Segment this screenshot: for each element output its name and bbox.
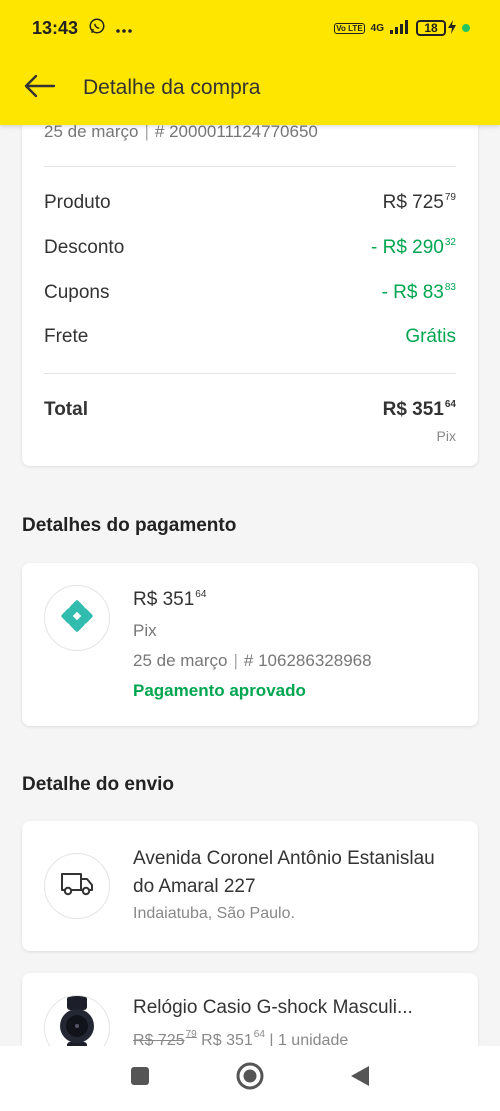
- signal-icon: [390, 19, 410, 37]
- system-back-button[interactable]: [340, 1059, 380, 1099]
- home-button[interactable]: [230, 1059, 270, 1099]
- volte-badge: Vo LTE: [334, 22, 365, 34]
- square-icon: [129, 1065, 151, 1092]
- payment-status: Pagamento aprovado: [133, 681, 306, 700]
- shipping-section-title: Detalhe do envio: [22, 774, 175, 795]
- order-meta: 25 de março | # 2000011124770650: [44, 122, 318, 141]
- truck-icon-container: [44, 853, 110, 919]
- payment-meta: 25 de março | # 106286328968: [133, 651, 372, 670]
- shipping-value: Grátis: [405, 326, 456, 347]
- summary-row-coupons: Cupons - R$ 8383: [44, 282, 456, 303]
- payment-transaction: # 106286328968: [243, 651, 372, 670]
- total-amount: R$ 351: [382, 399, 444, 420]
- back-button[interactable]: [20, 68, 60, 108]
- system-navigation-bar: [0, 1046, 500, 1111]
- summary-row-shipping: Frete Grátis: [44, 326, 456, 347]
- circle-icon: [235, 1061, 265, 1096]
- more-dots-icon: [116, 18, 132, 39]
- product-amount: R$ 725: [382, 192, 444, 213]
- divider: [44, 166, 456, 167]
- battery-level: 18: [416, 20, 446, 36]
- product-title: Relógio Casio G-shock Masculi...: [133, 997, 413, 1018]
- whatsapp-icon: [88, 17, 106, 40]
- status-time: 13:43: [32, 17, 79, 38]
- truck-icon: [60, 871, 94, 902]
- summary-row-product: Produto R$ 72579: [44, 192, 456, 213]
- summary-row-total: Total R$ 35164: [44, 399, 456, 420]
- header: 13:43 Vo LTE 4G 18 Detalhe da compra: [0, 0, 500, 125]
- order-summary-card: 25 de março | # 2000011124770650 Produto R…: [22, 100, 478, 466]
- battery-indicator: 18: [416, 19, 456, 37]
- pix-icon: [61, 599, 93, 637]
- page-title: Detalhe da compra: [83, 76, 261, 99]
- triangle-back-icon: [349, 1064, 371, 1093]
- total-payment-method: Pix: [436, 428, 456, 444]
- shipping-address: Avenida Coronel Antônio Estanislau do Am…: [133, 848, 435, 897]
- payment-date: 25 de março: [133, 651, 228, 670]
- payment-section-title: Detalhes do pagamento: [22, 515, 237, 536]
- payment-method: Pix: [133, 621, 157, 640]
- privacy-dot-icon: [462, 24, 470, 32]
- charging-icon: [448, 19, 456, 37]
- discount-amount: - R$ 290: [371, 237, 444, 258]
- payment-amount: R$ 35164: [133, 589, 207, 610]
- status-bar: 13:43 Vo LTE 4G 18: [0, 0, 500, 56]
- shipping-card[interactable]: Avenida Coronel Antônio Estanislau do Am…: [22, 821, 478, 951]
- network-type: 4G: [370, 22, 384, 34]
- pix-icon-container: [44, 585, 110, 651]
- payment-card[interactable]: R$ 35164 Pix 25 de março | # 106286328968 …: [22, 563, 478, 726]
- coupons-amount: - R$ 83: [381, 282, 444, 303]
- app-bar: Detalhe da compra: [0, 58, 500, 118]
- recents-button[interactable]: [120, 1059, 160, 1099]
- arrow-left-icon: [24, 74, 56, 103]
- summary-row-discount: Desconto - R$ 29032: [44, 237, 456, 258]
- divider: [44, 373, 456, 374]
- shipping-city: Indaiatuba, São Paulo.: [133, 905, 295, 922]
